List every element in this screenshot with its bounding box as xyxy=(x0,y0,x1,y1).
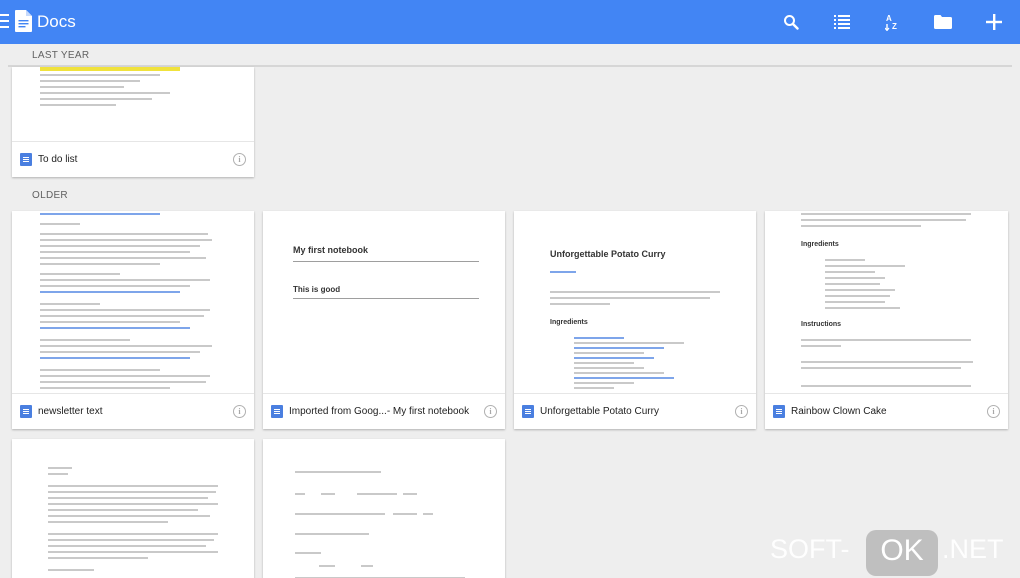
card-footer: Imported from Goog...- My first notebook… xyxy=(263,393,505,429)
doc-card-preview[interactable] xyxy=(12,439,254,578)
sort-az-icon[interactable]: AZ xyxy=(881,10,905,34)
doc-thumbnail xyxy=(12,67,254,141)
docs-logo-icon xyxy=(15,10,32,32)
menu-icon[interactable] xyxy=(0,14,9,28)
watermark-text-right: .NET xyxy=(942,534,1004,564)
doc-card-to-do-list[interactable]: To do list i xyxy=(12,67,254,177)
preview-heading: My first notebook xyxy=(293,245,369,255)
doc-type-icon xyxy=(20,153,32,166)
card-footer: To do list i xyxy=(12,141,254,177)
preview-heading: Unforgettable Potato Curry xyxy=(550,249,666,259)
doc-thumbnail xyxy=(12,211,254,393)
watermark-logo: SOFT- OK .NET xyxy=(770,530,1015,576)
watermark-text-ok: OK xyxy=(880,534,924,567)
search-icon[interactable] xyxy=(779,10,803,34)
card-title: newsletter text xyxy=(38,406,103,417)
list-view-icon[interactable] xyxy=(830,10,854,34)
doc-thumbnail xyxy=(263,439,505,578)
watermark-text-left: SOFT- xyxy=(770,534,850,564)
preview-text: This is good xyxy=(293,285,341,294)
info-icon[interactable]: i xyxy=(735,405,748,418)
doc-type-icon xyxy=(773,405,785,418)
doc-card-preview[interactable] xyxy=(263,439,505,578)
app-bar: Docs AZ xyxy=(0,0,1020,44)
svg-text:Z: Z xyxy=(892,22,897,31)
section-label-older: OLDER xyxy=(32,190,68,201)
folder-icon[interactable] xyxy=(931,10,955,34)
doc-card-rainbow-clown-cake[interactable]: Ingredients Instructions Rainbow Clown C… xyxy=(765,211,1008,429)
card-title: To do list xyxy=(38,154,78,165)
card-footer: newsletter text i xyxy=(12,393,254,429)
preview-section: Ingredients xyxy=(550,319,588,326)
doc-thumbnail xyxy=(12,439,254,578)
doc-type-icon xyxy=(271,405,283,418)
watermark-ok-badge: OK xyxy=(866,530,938,576)
info-icon[interactable]: i xyxy=(987,405,1000,418)
doc-type-icon xyxy=(20,405,32,418)
doc-card-my-first-notebook[interactable]: My first notebook This is good Imported … xyxy=(263,211,505,429)
doc-thumbnail: Unforgettable Potato Curry Ingredients xyxy=(514,211,756,393)
info-icon[interactable]: i xyxy=(233,405,246,418)
doc-card-potato-curry[interactable]: Unforgettable Potato Curry Ingredients U… xyxy=(514,211,756,429)
doc-type-icon xyxy=(522,405,534,418)
info-icon[interactable]: i xyxy=(484,405,497,418)
doc-thumbnail: My first notebook This is good xyxy=(263,211,505,393)
doc-card-newsletter-text[interactable]: newsletter text i xyxy=(12,211,254,429)
card-footer: Rainbow Clown Cake i xyxy=(765,393,1008,429)
doc-thumbnail: Ingredients Instructions xyxy=(765,211,1008,393)
add-icon[interactable] xyxy=(982,10,1006,34)
card-title: Imported from Goog...- My first notebook xyxy=(289,406,470,417)
card-title: Unforgettable Potato Curry xyxy=(540,406,659,417)
card-title: Rainbow Clown Cake xyxy=(791,406,887,417)
info-icon[interactable]: i xyxy=(233,153,246,166)
preview-section: Ingredients xyxy=(801,241,839,248)
preview-section: Instructions xyxy=(801,321,842,328)
card-footer: Unforgettable Potato Curry i xyxy=(514,393,756,429)
section-label-last-year: LAST YEAR xyxy=(32,50,90,61)
app-title: Docs xyxy=(37,12,76,31)
